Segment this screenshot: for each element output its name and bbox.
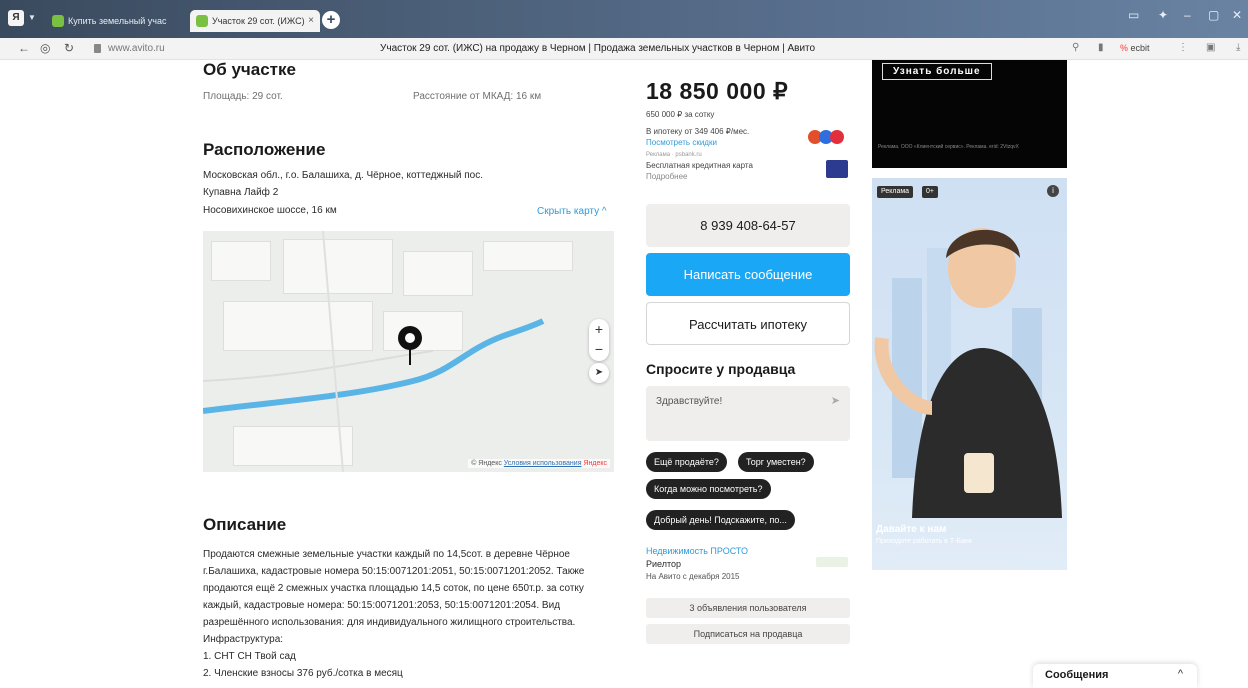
chevron-down-icon[interactable]: ▼ bbox=[28, 13, 36, 22]
extensions-icon[interactable]: ✦ bbox=[1158, 8, 1168, 22]
tabs-icon[interactable]: ▭ bbox=[1128, 8, 1139, 22]
key-icon[interactable]: ⚲ bbox=[1072, 42, 1079, 53]
seller-name-link[interactable]: Недвижимость ПРОСТО bbox=[646, 546, 748, 556]
avito-favicon-icon bbox=[196, 15, 208, 27]
mortgage-line: В ипотеку от 349 406 ₽/мес. bbox=[646, 127, 750, 136]
desc-line: каждый, кадастровые номера: 50:15:007120… bbox=[203, 600, 561, 611]
maximize-icon[interactable]: ▢ bbox=[1208, 8, 1219, 22]
desc-line: 1. СНТ СН Твой сад bbox=[203, 651, 296, 662]
side-ad-banner[interactable]: Реклама 0+ i Давайте к нам Приходите раб… bbox=[872, 178, 1067, 570]
lock-icon bbox=[94, 44, 101, 53]
ask-input-placeholder: Здравствуйте! bbox=[656, 396, 723, 407]
ad-title: Давайте к нам bbox=[876, 524, 947, 535]
yandex-logo: Яндекс bbox=[583, 460, 607, 467]
address-line-1: Московская обл., г.о. Балашиха, д. Чёрно… bbox=[203, 170, 484, 181]
desc-line: Продаются смежные земельные участки кажд… bbox=[203, 549, 570, 560]
map[interactable]: + − ➤ © Яндекс Условия использования Янд… bbox=[203, 231, 614, 472]
seller-since: На Авито с декабря 2015 bbox=[646, 572, 740, 581]
quick-question-chip[interactable]: Торг уместен? bbox=[738, 452, 814, 472]
seller-role: Риелтор bbox=[646, 559, 682, 569]
desc-line: разрешённого использования: для индивиду… bbox=[203, 617, 576, 628]
desc-line: Инфраструктура: bbox=[203, 634, 284, 645]
more-menu-icon[interactable]: ⋮ bbox=[1178, 42, 1188, 53]
map-attribution: © Яндекс Условия использования Яндекс bbox=[468, 459, 610, 468]
subscribe-seller-button[interactable]: Подписаться на продавца bbox=[646, 624, 850, 644]
map-terms-link[interactable]: Условия использования bbox=[504, 460, 582, 467]
page-content: Об участке Площадь: 29 сот. Расстояние о… bbox=[0, 60, 1248, 688]
hide-map-link[interactable]: Скрыть карту ^ bbox=[537, 206, 607, 217]
browser-menu-icon[interactable]: Я bbox=[8, 10, 24, 26]
messages-bar[interactable]: Сообщения ^ bbox=[1033, 664, 1197, 688]
age-rating: 0+ bbox=[922, 186, 938, 198]
tab-active[interactable]: Участок 29 сот. (ИЖС) × bbox=[190, 10, 320, 32]
tab-inactive[interactable]: Купить земельный учас bbox=[46, 10, 182, 32]
ad-source: Реклама · psbank.ru bbox=[646, 152, 702, 158]
distance-text: Расстояние от МКАД: 16 км bbox=[413, 91, 542, 102]
locate-me-icon[interactable]: ➤ bbox=[589, 363, 609, 383]
messages-label: Сообщения bbox=[1045, 669, 1109, 681]
minimize-icon[interactable]: – bbox=[1184, 8, 1191, 22]
desc-line: 2. Членские взносы 376 руб./сотка в меся… bbox=[203, 668, 403, 679]
description-heading: Описание bbox=[203, 515, 287, 534]
close-tab-icon[interactable]: × bbox=[308, 10, 314, 32]
url-field[interactable]: www.avito.ru bbox=[108, 43, 165, 54]
quick-question-chip[interactable]: Добрый день! Подскажите, по... bbox=[646, 510, 795, 530]
send-icon[interactable]: ➤ bbox=[831, 394, 840, 407]
ad-subtitle: Приходите работать в Т-Банк bbox=[876, 538, 972, 545]
seller-logo-icon bbox=[816, 557, 848, 567]
learn-more-button[interactable]: Узнать больше bbox=[882, 63, 992, 80]
bookmark-icon[interactable]: ▮ bbox=[1098, 42, 1104, 53]
protect-icon[interactable]: ◎ bbox=[40, 41, 50, 55]
highway-text: Носовихинское шоссе, 16 км bbox=[203, 205, 337, 216]
reader-icon[interactable]: ▣ bbox=[1206, 42, 1215, 53]
card-more-link[interactable]: Подробнее bbox=[646, 172, 688, 181]
tab-label: Участок 29 сот. (ИЖС) bbox=[212, 16, 305, 26]
price: 18 850 000 ₽ bbox=[646, 78, 789, 104]
quick-question-chip[interactable]: Ещё продаёте? bbox=[646, 452, 727, 472]
description-text: Продаются смежные земельные участки кажд… bbox=[203, 546, 618, 682]
page-title: Участок 29 сот. (ИЖС) на продажу в Черно… bbox=[380, 43, 816, 54]
browser-tab-bar: Я ▼ Купить земельный учас Участок 29 сот… bbox=[0, 0, 1248, 38]
new-tab-button[interactable]: + bbox=[322, 11, 340, 29]
market-extension[interactable]: % ecbit bbox=[1120, 43, 1150, 53]
address-bar: ← ◎ ↻ www.avito.ru Участок 29 сот. (ИЖС)… bbox=[0, 38, 1248, 60]
download-icon[interactable]: ⤓ bbox=[1236, 42, 1240, 53]
back-arrow-icon[interactable]: ← bbox=[18, 41, 30, 55]
zoom-out-icon[interactable]: − bbox=[589, 339, 609, 359]
avito-favicon-icon bbox=[52, 15, 64, 27]
top-ad-banner[interactable]: Узнать больше Реклама. ООО «Клиентский с… bbox=[872, 60, 1067, 168]
info-icon[interactable]: i bbox=[1047, 185, 1059, 197]
ad-illustration bbox=[874, 228, 1062, 518]
bank-logos-icon bbox=[808, 130, 848, 146]
about-heading: Об участке bbox=[203, 60, 296, 79]
calc-mortgage-button[interactable]: Рассчитать ипотеку bbox=[646, 302, 850, 345]
card-offer[interactable]: Бесплатная кредитная карта bbox=[646, 161, 753, 170]
discounts-link[interactable]: Посмотреть скидки bbox=[646, 138, 717, 147]
ad-label: Реклама bbox=[877, 186, 914, 198]
area-text: Площадь: 29 сот. bbox=[203, 91, 283, 102]
write-message-button[interactable]: Написать сообщение bbox=[646, 253, 850, 296]
location-heading: Расположение bbox=[203, 140, 326, 159]
psb-logo-icon bbox=[826, 160, 848, 178]
quick-question-chip[interactable]: Когда можно посмотреть? bbox=[646, 479, 771, 499]
tab-label: Купить земельный учас bbox=[68, 16, 167, 26]
reload-icon[interactable]: ↻ bbox=[64, 41, 74, 55]
seller-listings-button[interactable]: 3 объявления пользователя bbox=[646, 598, 850, 618]
desc-line: продаются ещё 2 смежных участка площадью… bbox=[203, 583, 584, 594]
desc-line: г.Балашиха, кадастровые номера 50:15:007… bbox=[203, 566, 585, 577]
address-line-2: Купавна Лайф 2 bbox=[203, 187, 279, 198]
ad-fine-print: Реклама. ООО «Клиентский сервис». Реклам… bbox=[878, 144, 1019, 150]
zoom-controls[interactable]: + − bbox=[589, 319, 609, 361]
ask-seller-heading: Спросите у продавца bbox=[646, 361, 796, 377]
chevron-up-icon[interactable]: ^ bbox=[1178, 668, 1183, 680]
show-phone-button[interactable]: 8 939 408-64-57 bbox=[646, 204, 850, 247]
zoom-in-icon[interactable]: + bbox=[589, 319, 609, 339]
location-pin-icon bbox=[398, 326, 422, 365]
close-window-icon[interactable]: ✕ bbox=[1232, 8, 1242, 22]
price-per-unit: 650 000 ₽ за сотку bbox=[646, 110, 715, 119]
ask-seller-input[interactable]: Здравствуйте! ➤ bbox=[646, 386, 850, 441]
